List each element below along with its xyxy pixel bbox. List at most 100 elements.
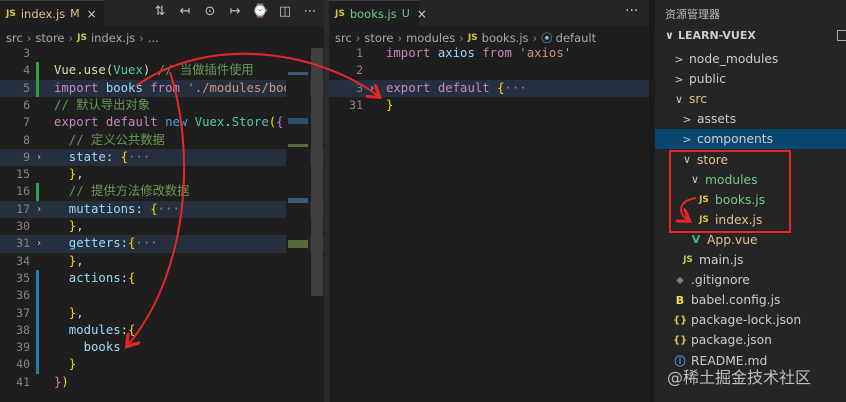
tree-item-node-modules[interactable]: > node_modules xyxy=(655,49,846,69)
code-token: { xyxy=(128,270,136,285)
breadcrumb-item-src[interactable]: src xyxy=(335,31,352,45)
git-change-marker[interactable] xyxy=(36,62,39,97)
code-line[interactable]: 6 // 默认导出对象 xyxy=(0,97,324,114)
code-line[interactable]: 7 export default new Vuex.Store({ xyxy=(0,114,324,131)
code-line[interactable]: 2 xyxy=(329,62,649,79)
tree-item-main-js[interactable]: JS main.js xyxy=(655,250,846,270)
tree-item-package-json[interactable]: {} package.json xyxy=(655,330,846,350)
code-line[interactable]: 36 xyxy=(0,287,324,304)
tree-item-components[interactable]: > components xyxy=(655,129,846,150)
code-token: default xyxy=(105,115,158,130)
git-change-marker[interactable] xyxy=(36,183,39,201)
tree-item-label: components xyxy=(697,132,773,147)
code-token: { xyxy=(128,322,136,337)
code-line[interactable]: 40 } xyxy=(0,356,324,373)
line-number: 31 xyxy=(349,97,363,112)
code-line[interactable]: 4 Vue.use(Vuex) // 当做插件使用 xyxy=(0,62,324,79)
code-text: // 默认导出对象 xyxy=(54,97,150,114)
breadcrumb-item-file[interactable]: books.js xyxy=(482,31,529,45)
vertical-scrollbar[interactable] xyxy=(311,48,323,296)
close-icon[interactable]: × xyxy=(417,7,427,21)
code-line[interactable]: 16 // 提供方法修改数据 xyxy=(0,183,324,200)
code-token: // 默认导出对象 xyxy=(54,97,150,112)
code-line[interactable]: 38 modules:{ xyxy=(0,322,324,339)
fold-chevron-icon[interactable]: › xyxy=(36,149,42,166)
right-editor-group: JS books.js U × ··· src › store › modules ›… xyxy=(329,0,649,402)
code-line[interactable]: 5 import books from './modules/book xyxy=(0,79,324,97)
code-token: modules xyxy=(54,322,121,337)
code-line[interactable]: 34 }, xyxy=(0,253,324,270)
breadcrumb-item-file[interactable]: index.js xyxy=(91,31,135,45)
tab-books-js[interactable]: JS books.js U × xyxy=(329,0,427,26)
split-editor-icon[interactable]: ◫ xyxy=(277,4,293,19)
code-text: Vue.use(Vuex) // 当做插件使用 xyxy=(54,62,254,79)
circle-dot-icon[interactable]: ⊙ xyxy=(202,4,218,19)
code-text: }, xyxy=(54,166,84,183)
tree-item-assets[interactable]: > assets xyxy=(655,109,846,129)
code-text: }, xyxy=(54,253,84,270)
minimap[interactable] xyxy=(286,48,310,394)
code-token: from xyxy=(482,46,512,60)
tree-item-package-lock-json[interactable]: {} package-lock.json xyxy=(655,310,846,330)
more-icon[interactable]: ⋯ xyxy=(302,4,318,19)
breadcrumb-item-more[interactable]: ... xyxy=(148,31,159,45)
code-line[interactable]: 37 }, xyxy=(0,305,324,322)
line-number: 6 xyxy=(23,97,30,112)
code-line[interactable]: 1 import axios from 'axios' xyxy=(329,45,649,62)
code-line[interactable]: 31} xyxy=(329,97,649,114)
tree-item-gitignore[interactable]: ◆ .gitignore xyxy=(655,270,846,290)
breadcrumb-item-modules[interactable]: modules xyxy=(406,31,455,45)
fold-chevron-icon[interactable]: › xyxy=(369,80,375,97)
code-token: ) xyxy=(61,374,69,389)
line-number: 2 xyxy=(356,63,363,78)
code-line[interactable]: 41}) xyxy=(0,374,324,391)
code-line[interactable]: 9 › state: {··· xyxy=(0,148,324,167)
code-line[interactable]: 8 // 定义公共数据 xyxy=(0,132,324,149)
close-icon[interactable]: × xyxy=(87,7,97,21)
git-change-marker[interactable] xyxy=(36,339,39,374)
vue-file-icon: V xyxy=(691,233,701,247)
code-token: import xyxy=(54,80,99,95)
breadcrumb-item-symbol[interactable]: default xyxy=(556,31,596,45)
breadcrumb-item-src[interactable]: src xyxy=(6,31,23,45)
fold-chevron-icon[interactable]: › xyxy=(36,201,42,218)
breadcrumb-item-store[interactable]: store xyxy=(364,31,393,45)
git-change-marker[interactable] xyxy=(36,269,39,340)
code-line[interactable]: 3 › export default {··· xyxy=(329,79,649,97)
go-back-icon[interactable]: ↤ xyxy=(177,4,193,19)
chevron-right-icon: › xyxy=(459,31,464,45)
code-line[interactable]: 35 actions:{ xyxy=(0,270,324,287)
source-control-icon[interactable]: ⇅ xyxy=(152,4,168,19)
go-forward-icon[interactable]: ↦ xyxy=(227,4,243,19)
code-text: import books from './modules/book xyxy=(54,80,298,97)
code-token: , xyxy=(76,219,84,233)
code-text: getters:{··· xyxy=(54,235,158,252)
tab-index-js[interactable]: JS index.js M × xyxy=(0,0,104,26)
code-token: export xyxy=(386,80,431,95)
line-number: 34 xyxy=(16,253,30,268)
code-token: use xyxy=(83,63,106,78)
collapse-panel-icon[interactable] xyxy=(837,30,846,41)
minimap-mark xyxy=(288,198,308,203)
code-line[interactable]: 3 xyxy=(0,45,324,62)
code-text: mutations: {··· xyxy=(54,201,180,218)
tree-item-public[interactable]: > public xyxy=(655,69,846,89)
workspace-folder-title[interactable]: ∨ LEARN-VUEX xyxy=(665,29,756,42)
code-line[interactable]: 30 }, xyxy=(0,218,324,235)
code-line[interactable]: 15 }, xyxy=(0,166,324,183)
js-file-icon: JS xyxy=(683,255,693,265)
code-line[interactable]: 31 › getters:{··· xyxy=(0,235,324,253)
code-line[interactable]: 39 books xyxy=(0,339,324,356)
code-text: } xyxy=(54,356,76,373)
tree-item-babel-config-js[interactable]: Bbabel.config.js xyxy=(655,290,846,310)
breadcrumb-item-store[interactable]: store xyxy=(35,31,64,45)
fold-chevron-icon[interactable]: › xyxy=(36,235,42,252)
line-number: 35 xyxy=(16,270,30,285)
code-line[interactable]: 17 › mutations: {··· xyxy=(0,200,324,218)
code-text: }, xyxy=(54,218,84,235)
timeline-icon[interactable]: ⌚ xyxy=(252,4,268,19)
tree-item-src[interactable]: ∨ src xyxy=(655,89,846,109)
more-actions-icon[interactable]: ··· xyxy=(625,3,638,19)
